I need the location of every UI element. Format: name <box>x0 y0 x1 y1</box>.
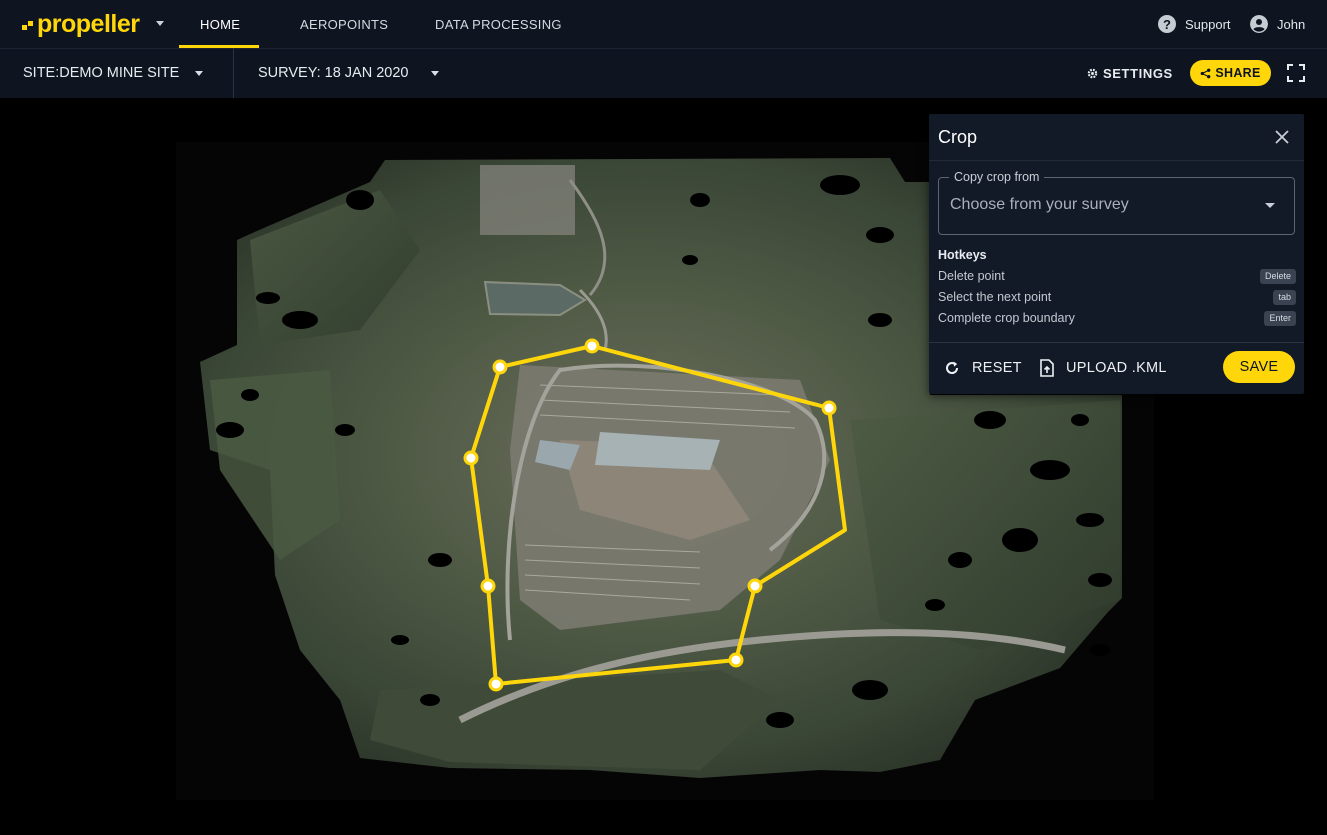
refresh-icon <box>946 361 959 374</box>
survey-caret-down-icon <box>431 70 440 76</box>
crop-vertex[interactable] <box>492 359 508 375</box>
logo-text: propeller <box>37 9 140 38</box>
site-label: SITE:DEMO MINE SITE <box>23 65 180 81</box>
user-name: John <box>1277 16 1306 32</box>
settings-button[interactable]: SETTINGS <box>1087 63 1173 83</box>
top-car-park <box>480 165 575 235</box>
hotkeys-heading: Hotkeys <box>938 248 987 262</box>
close-icon[interactable] <box>1273 128 1291 146</box>
crop-vertex[interactable] <box>488 676 504 692</box>
hotkey-label: Delete point <box>938 269 1005 283</box>
vegetation-patch <box>850 400 1120 650</box>
settings-label: SETTINGS <box>1103 65 1173 81</box>
propeller-logo[interactable]: propeller <box>22 8 140 40</box>
hotkey-row: Delete point Delete <box>938 268 1296 286</box>
crop-vertex[interactable] <box>463 450 479 466</box>
crop-vertex[interactable] <box>480 578 496 594</box>
file-upload-icon <box>1040 359 1054 377</box>
reset-label: RESET <box>972 360 1022 376</box>
crop-panel-title: Crop <box>938 127 978 147</box>
crop-vertex[interactable] <box>584 338 600 354</box>
hotkey-label: Select the next point <box>938 290 1052 304</box>
account-circle-icon <box>1250 15 1268 33</box>
gear-icon <box>1087 68 1098 78</box>
support-label: Support <box>1185 16 1231 32</box>
support-link[interactable]: ? Support <box>1158 12 1231 36</box>
crop-panel: Crop Copy crop from Choose from your sur… <box>929 114 1304 394</box>
reset-button[interactable]: RESET <box>944 357 1022 379</box>
save-button[interactable]: SAVE <box>1223 351 1295 383</box>
crop-actions-divider <box>929 342 1304 343</box>
hotkey-key: Delete <box>1259 269 1296 284</box>
crop-vertex[interactable] <box>728 652 744 668</box>
site-caret-down-icon <box>195 70 204 76</box>
share-icon <box>1201 68 1211 78</box>
crop-vertex[interactable] <box>821 400 837 416</box>
site-selector[interactable]: SITE:DEMO MINE SITE <box>23 48 204 98</box>
fullscreen-icon[interactable] <box>1287 64 1305 82</box>
survey-selector[interactable]: SURVEY: 18 JAN 2020 <box>258 48 440 98</box>
survey-label: SURVEY: 18 JAN 2020 <box>258 65 409 81</box>
copy-crop-placeholder: Choose from your survey <box>950 196 1129 213</box>
user-menu[interactable]: John <box>1250 12 1305 36</box>
crop-vertex[interactable] <box>747 578 763 594</box>
subbar-divider <box>233 48 234 98</box>
tab-aeropoints[interactable]: AEROPOINTS <box>300 0 388 48</box>
copy-crop-label: Copy crop from <box>949 170 1045 184</box>
app-switcher-caret-down-icon[interactable] <box>156 21 164 26</box>
logo-mark-icon <box>22 21 34 33</box>
crop-header-divider <box>929 160 1304 161</box>
upload-kml-button[interactable]: UPLOAD .KML <box>1039 357 1167 379</box>
hotkey-label: Complete crop boundary <box>938 311 1075 325</box>
hotkey-row: Select the next point tab <box>938 289 1296 307</box>
tab-home[interactable]: HOME <box>200 0 240 48</box>
hotkey-row: Complete crop boundary Enter <box>938 310 1296 328</box>
share-label: SHARE <box>1215 66 1261 80</box>
select-caret-down-icon <box>1265 203 1275 208</box>
upload-kml-label: UPLOAD .KML <box>1066 360 1167 376</box>
hotkey-key: Enter <box>1264 311 1296 326</box>
share-button[interactable]: SHARE <box>1190 60 1271 86</box>
help-circle-icon: ? <box>1158 15 1176 33</box>
hotkey-key: tab <box>1273 290 1296 305</box>
tab-data-processing[interactable]: DATA PROCESSING <box>435 0 562 48</box>
